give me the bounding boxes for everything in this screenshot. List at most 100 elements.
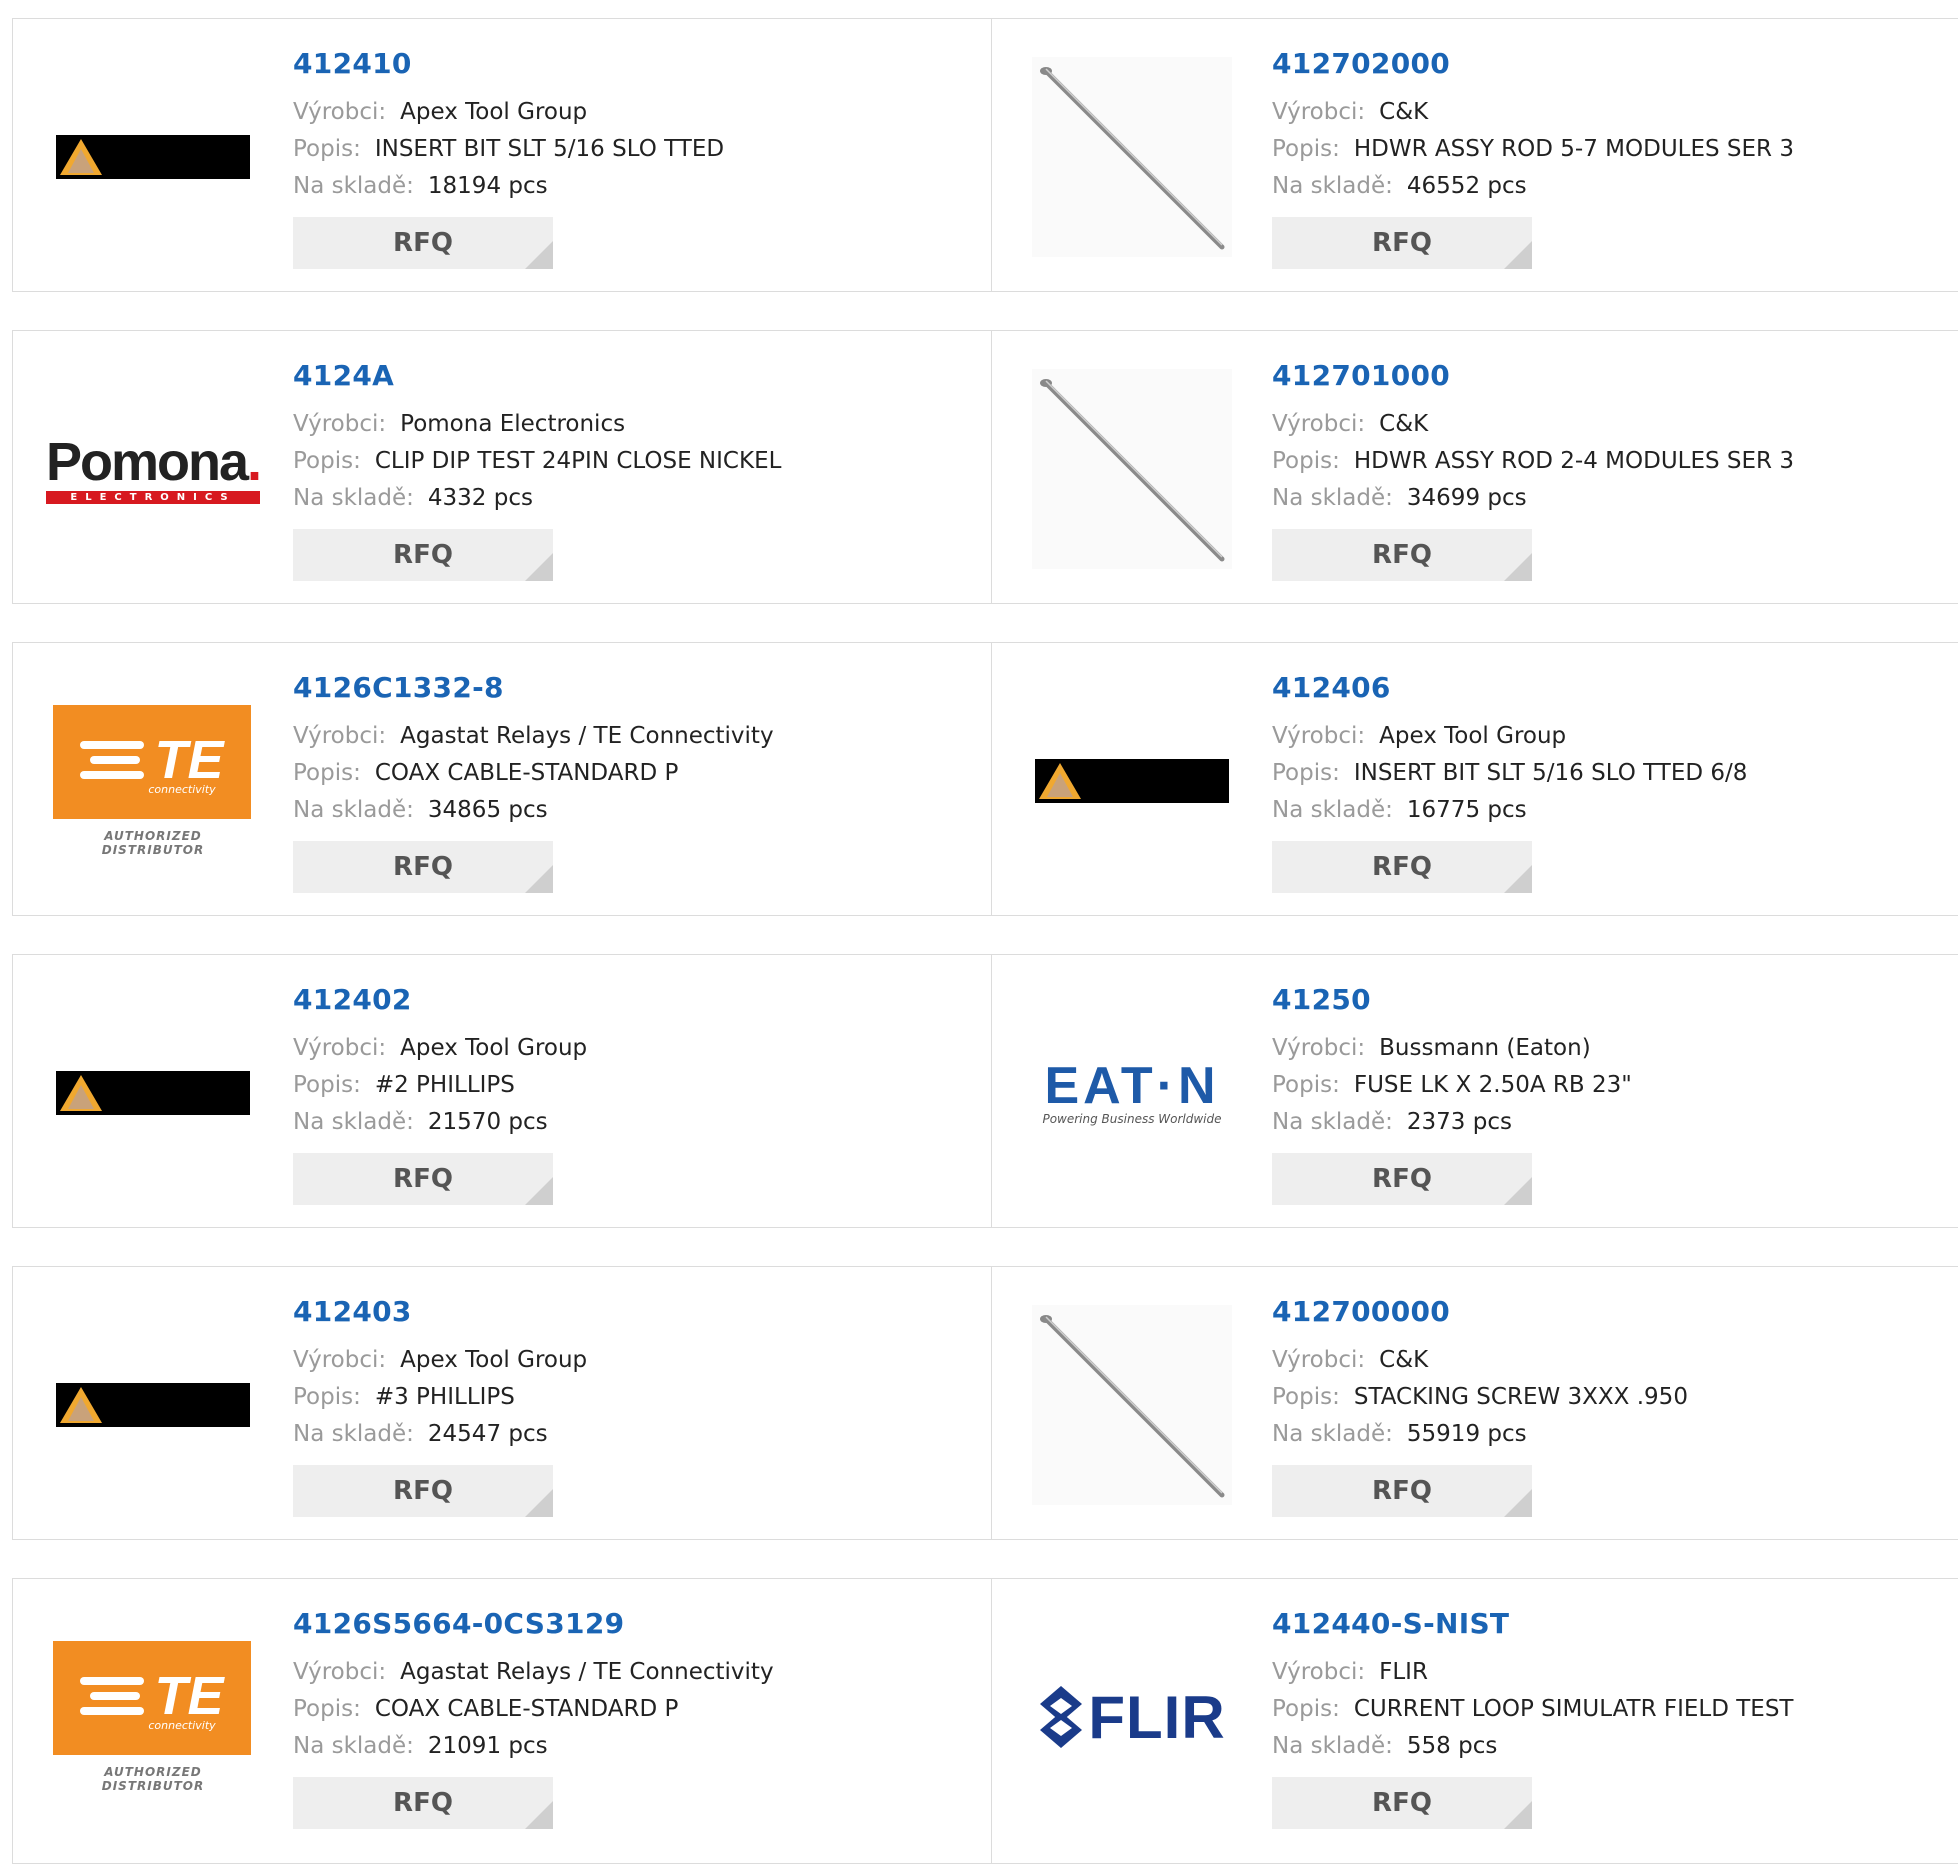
rfq-button[interactable]: RFQ xyxy=(293,1777,553,1829)
stock-line: Na skladě: 34699 pcs xyxy=(1272,480,1794,517)
product-card: 412700000 Výrobci: C&K Popis: STACKING SCR… xyxy=(991,1266,1958,1540)
product-card: TE connectivity AUTHORIZED DISTRIBUTOR 4… xyxy=(12,642,992,916)
corner-triangle-icon xyxy=(1504,865,1532,893)
manufacturer-label: Výrobci: xyxy=(1272,723,1366,749)
part-number-link[interactable]: 412402 xyxy=(293,983,587,1016)
rfq-button[interactable]: RFQ xyxy=(1272,841,1532,893)
manufacturer-line: Výrobci: Apex Tool Group xyxy=(293,1030,587,1067)
part-number-link[interactable]: 412700000 xyxy=(1272,1295,1688,1328)
manufacturer-line: Výrobci: FLIR xyxy=(1272,1654,1793,1691)
product-row: 412403 Výrobci: Apex Tool Group Popis: #3 … xyxy=(12,1266,1958,1540)
stock-value: 46552 pcs xyxy=(1406,173,1527,199)
rfq-button[interactable]: RFQ xyxy=(293,1153,553,1205)
product-row: Pomona. ELECTRONICS 4124A Výrobci: Pomona… xyxy=(12,330,1958,604)
manufacturer-label: Výrobci: xyxy=(293,1659,387,1685)
part-number-link[interactable]: 412701000 xyxy=(1272,359,1794,392)
part-number-link[interactable]: 4126C1332-8 xyxy=(293,671,774,704)
rfq-label: RFQ xyxy=(393,1788,453,1818)
stock-value: 34865 pcs xyxy=(427,797,548,823)
product-info: 41250 Výrobci: Bussmann (Eaton) Popis: FUS… xyxy=(1272,983,1632,1205)
flir-logo: FLIR xyxy=(1038,1683,1225,1752)
description-label: Popis: xyxy=(293,1384,361,1410)
rfq-button[interactable]: RFQ xyxy=(1272,529,1532,581)
part-number-link[interactable]: 412410 xyxy=(293,47,724,80)
apex-triangle-icon xyxy=(60,1075,102,1111)
rfq-button[interactable]: RFQ xyxy=(1272,217,1532,269)
apex-tool-group-logo xyxy=(56,135,250,179)
description-line: Popis: FUSE LK X 2.50A RB 23" xyxy=(1272,1067,1632,1104)
rfq-label: RFQ xyxy=(393,852,453,882)
description-value: COAX CABLE-STANDARD P xyxy=(374,760,679,786)
part-number-link[interactable]: 41250 xyxy=(1272,983,1632,1016)
description-value: #2 PHILLIPS xyxy=(374,1072,515,1098)
product-info: 412410 Výrobci: Apex Tool Group Popis: INS… xyxy=(293,47,724,269)
te-connectivity-logo: TE connectivity AUTHORIZED DISTRIBUTOR xyxy=(53,1641,253,1793)
eaton-logo: EAT·N Powering Business Worldwide xyxy=(1042,1057,1222,1126)
rfq-button[interactable]: RFQ xyxy=(1272,1777,1532,1829)
manufacturer-logo xyxy=(1032,369,1232,569)
part-number-link[interactable]: 412702000 xyxy=(1272,47,1794,80)
product-card: 412406 Výrobci: Apex Tool Group Popis: INS… xyxy=(991,642,1958,916)
apex-triangle-icon xyxy=(1039,763,1081,799)
description-label: Popis: xyxy=(1272,760,1340,786)
stock-line: Na skladě: 18194 pcs xyxy=(293,168,724,205)
part-number-link[interactable]: 4126S5664-0CS3129 xyxy=(293,1607,774,1640)
corner-triangle-icon xyxy=(1504,1801,1532,1829)
rfq-button[interactable]: RFQ xyxy=(293,1465,553,1517)
manufacturer-label: Výrobci: xyxy=(293,723,387,749)
stock-label: Na skladě: xyxy=(293,1733,414,1759)
product-row: 412402 Výrobci: Apex Tool Group Popis: #2 … xyxy=(12,954,1958,1228)
product-card: FLIR 412440-S-NIST Výrobci: FLIR Popis: CU… xyxy=(991,1578,1958,1864)
product-card: EAT·N Powering Business Worldwide 41250 … xyxy=(991,954,1958,1228)
rod-product-image xyxy=(1032,57,1232,257)
corner-triangle-icon xyxy=(1504,553,1532,581)
manufacturer-line: Výrobci: Apex Tool Group xyxy=(1272,718,1747,755)
rfq-button[interactable]: RFQ xyxy=(293,217,553,269)
stock-line: Na skladě: 4332 pcs xyxy=(293,480,781,517)
product-card: 412403 Výrobci: Apex Tool Group Popis: #3 … xyxy=(12,1266,992,1540)
product-card: 412402 Výrobci: Apex Tool Group Popis: #2 … xyxy=(12,954,992,1228)
pomona-logo: Pomona. ELECTRONICS xyxy=(45,431,262,504)
te-connectivity-logo: TE connectivity AUTHORIZED DISTRIBUTOR xyxy=(53,705,253,857)
manufacturer-line: Výrobci: Bussmann (Eaton) xyxy=(1272,1030,1632,1067)
rfq-label: RFQ xyxy=(1372,228,1432,258)
rfq-label: RFQ xyxy=(393,1164,453,1194)
stock-line: Na skladě: 46552 pcs xyxy=(1272,168,1794,205)
rfq-button[interactable]: RFQ xyxy=(293,529,553,581)
description-line: Popis: CLIP DIP TEST 24PIN CLOSE NICKEL xyxy=(293,443,781,480)
stock-value: 18194 pcs xyxy=(427,173,548,199)
part-number-link[interactable]: 412440-S-NIST xyxy=(1272,1607,1793,1640)
part-number-link[interactable]: 412403 xyxy=(293,1295,587,1328)
part-number-link[interactable]: 412406 xyxy=(1272,671,1747,704)
manufacturer-label: Výrobci: xyxy=(293,1347,387,1373)
description-line: Popis: CURRENT LOOP SIMULATR FIELD TEST xyxy=(1272,1691,1793,1728)
part-number-link[interactable]: 4124A xyxy=(293,359,781,392)
rfq-button[interactable]: RFQ xyxy=(1272,1153,1532,1205)
product-card: 412701000 Výrobci: C&K Popis: HDWR ASSY RO… xyxy=(991,330,1958,604)
corner-triangle-icon xyxy=(525,553,553,581)
stock-line: Na skladě: 558 pcs xyxy=(1272,1728,1793,1765)
stock-value: 34699 pcs xyxy=(1406,485,1527,511)
description-label: Popis: xyxy=(293,1696,361,1722)
manufacturer-line: Výrobci: Apex Tool Group xyxy=(293,94,724,131)
description-value: HDWR ASSY ROD 5-7 MODULES SER 3 xyxy=(1353,136,1794,162)
stock-label: Na skladě: xyxy=(293,797,414,823)
product-info: 412702000 Výrobci: C&K Popis: HDWR ASSY RO… xyxy=(1272,47,1794,269)
manufacturer-logo xyxy=(53,993,253,1193)
rfq-button[interactable]: RFQ xyxy=(293,841,553,893)
rfq-label: RFQ xyxy=(393,1476,453,1506)
rfq-label: RFQ xyxy=(393,228,453,258)
stock-label: Na skladě: xyxy=(1272,1733,1393,1759)
stock-label: Na skladě: xyxy=(293,1421,414,1447)
stock-label: Na skladě: xyxy=(1272,485,1393,511)
manufacturer-line: Výrobci: Apex Tool Group xyxy=(293,1342,587,1379)
product-info: 412403 Výrobci: Apex Tool Group Popis: #3 … xyxy=(293,1295,587,1517)
stock-line: Na skladě: 21091 pcs xyxy=(293,1728,774,1765)
apex-triangle-icon xyxy=(60,139,102,175)
manufacturer-line: Výrobci: C&K xyxy=(1272,1342,1688,1379)
rfq-button[interactable]: RFQ xyxy=(1272,1465,1532,1517)
stock-value: 21091 pcs xyxy=(427,1733,548,1759)
manufacturer-logo xyxy=(53,57,253,257)
manufacturer-logo: EAT·N Powering Business Worldwide xyxy=(1032,993,1232,1193)
description-label: Popis: xyxy=(1272,448,1340,474)
